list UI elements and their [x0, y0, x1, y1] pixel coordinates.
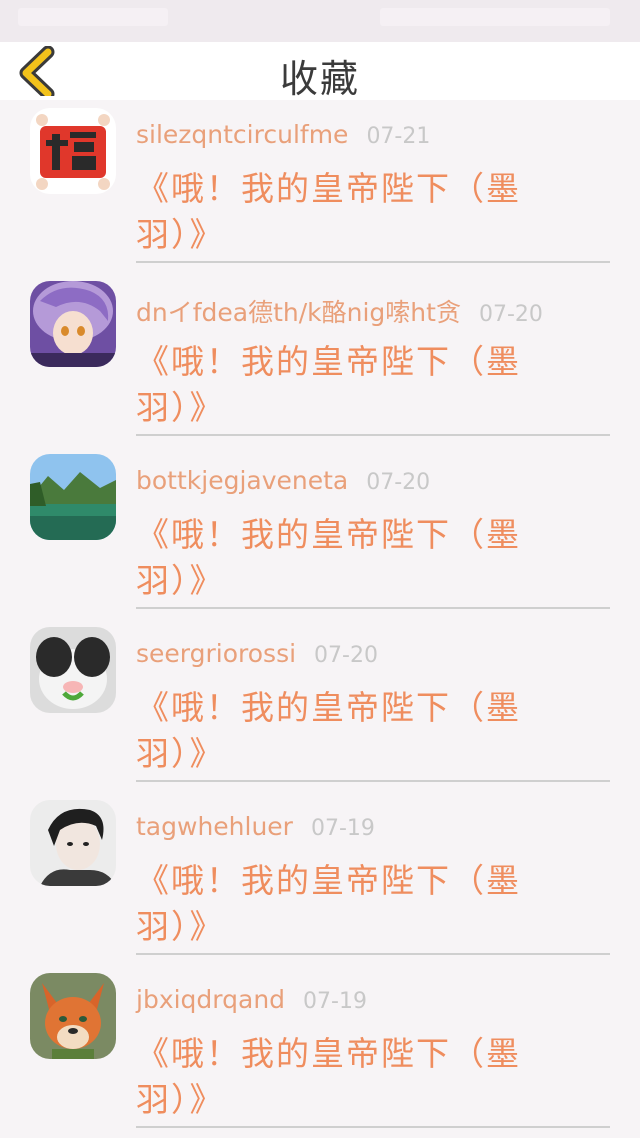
list-item[interactable]: seergriorossi 07-20 《哦！我的皇帝陛下（墨羽）》 — [0, 619, 640, 792]
favorites-list: silezqntcirculfme 07-21 《哦！我的皇帝陛下（墨羽）》 dn… — [0, 100, 640, 1138]
divider — [136, 261, 610, 263]
page-title: 收藏 — [279, 57, 360, 101]
anime-girl-avatar[interactable] — [30, 281, 116, 367]
lake-landscape-avatar[interactable] — [30, 454, 116, 540]
list-item[interactable]: tagwhehluer 07-19 《哦！我的皇帝陛下（墨羽）》 — [0, 792, 640, 965]
divider — [136, 607, 610, 609]
list-item[interactable]: silezqntcirculfme 07-21 《哦！我的皇帝陛下（墨羽）》 — [0, 100, 640, 273]
date: 07-21 — [366, 124, 431, 149]
rabbit-avatar[interactable] — [30, 627, 116, 713]
list-item[interactable]: jbxiqdrqand 07-19 《哦！我的皇帝陛下（墨羽）》 — [0, 965, 640, 1138]
book-title[interactable]: 《哦！我的皇帝陛下（墨羽）》 — [136, 512, 556, 604]
book-title[interactable]: 《哦！我的皇帝陛下（墨羽）》 — [136, 339, 556, 431]
person-portrait-avatar[interactable] — [30, 800, 116, 886]
username: jbxiqdrqand — [136, 985, 286, 1014]
book-title[interactable]: 《哦！我的皇帝陛下（墨羽）》 — [136, 858, 556, 950]
book-title[interactable]: 《哦！我的皇帝陛下（墨羽）》 — [136, 166, 556, 258]
book-title[interactable]: 《哦！我的皇帝陛下（墨羽）》 — [136, 685, 556, 777]
date: 07-19 — [310, 816, 375, 841]
list-item[interactable]: bottkjegjaveneta 07-20 《哦！我的皇帝陛下（墨羽）》 — [0, 446, 640, 619]
date: 07-19 — [303, 989, 367, 1014]
date: 07-20 — [478, 302, 543, 327]
book-title[interactable]: 《哦！我的皇帝陛下（墨羽）》 — [136, 1031, 556, 1123]
divider — [136, 780, 610, 782]
fu-character-avatar[interactable] — [30, 108, 116, 194]
list-item[interactable]: dnイfdea德th/k酪nig嗦ht贪 07-20 《哦！我的皇帝陛下（墨羽）》 — [0, 273, 640, 446]
divider — [136, 434, 610, 436]
divider — [136, 953, 610, 955]
status-bar — [0, 0, 640, 42]
username: silezqntcirculfme — [136, 120, 349, 149]
date: 07-20 — [366, 470, 431, 495]
date: 07-20 — [314, 643, 378, 668]
fox-avatar[interactable] — [30, 973, 116, 1059]
divider — [136, 1126, 610, 1128]
username: tagwhehluer — [136, 812, 293, 841]
username: seergriorossi — [136, 639, 297, 668]
username: bottkjegjaveneta — [136, 466, 349, 495]
nav-bar: 收藏 — [0, 42, 640, 101]
username: dnイfdea德th/k酪nig嗦ht贪 — [136, 298, 461, 327]
